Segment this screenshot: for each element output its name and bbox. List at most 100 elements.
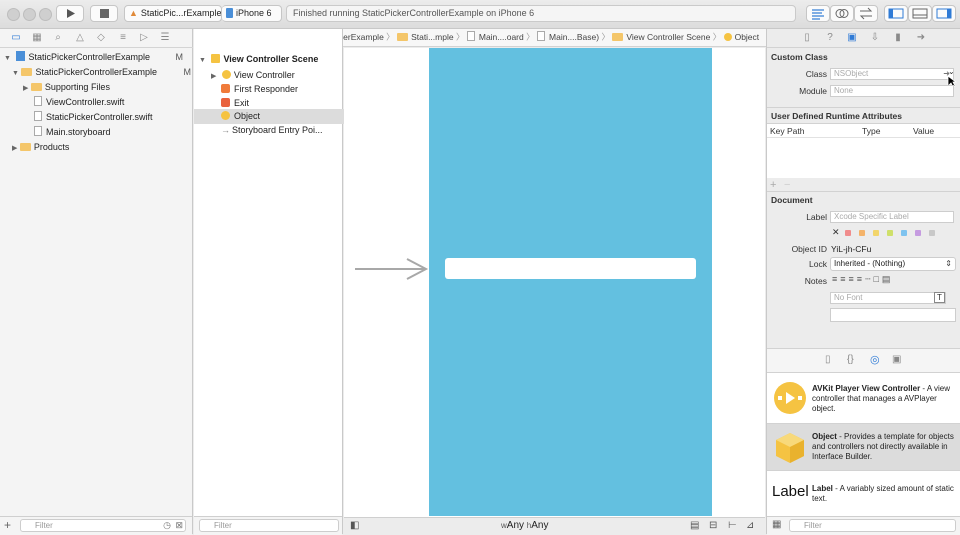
breadcrumb-scene[interactable]: View Controller Scene <box>612 32 710 42</box>
report-tab-icon[interactable]: ☰ <box>159 32 171 44</box>
exit-icon <box>221 98 230 107</box>
run-button[interactable] <box>56 5 84 22</box>
clear-color-icon[interactable]: ✕ <box>832 227 840 238</box>
breadcrumb-storyboard[interactable]: Main....oard <box>466 31 524 42</box>
identity-inspector-icon[interactable]: ▣ <box>846 32 858 44</box>
notes-text-area[interactable] <box>830 308 956 322</box>
folder-tab-icon[interactable]: ▭ <box>10 32 22 44</box>
issue-tab-icon[interactable]: △ <box>74 32 86 44</box>
breakpoint-tab-icon[interactable]: ▷ <box>138 32 150 44</box>
breadcrumb-base[interactable]: Main....Base) <box>537 31 599 42</box>
navigator-item-viewcontroller[interactable]: ViewController.swift M <box>0 95 227 110</box>
navigator-item-group[interactable]: ▼ StaticPickerControllerExample M <box>0 65 205 80</box>
project-icon <box>16 51 26 61</box>
runtime-attributes-table[interactable]: Key Path Type Value <box>767 123 960 178</box>
navigator-item-staticpicker[interactable]: StaticPickerController.swift A <box>0 110 227 125</box>
stack-icon[interactable]: ▤ <box>690 520 699 531</box>
outline-item-view-controller[interactable]: ▶ View Controller <box>194 68 359 83</box>
toggle-navigator-button[interactable] <box>884 5 908 22</box>
label-color-swatch[interactable] <box>873 230 879 236</box>
file-template-icon[interactable]: ▯ <box>825 354 831 365</box>
minimize-window-button[interactable] <box>23 8 36 21</box>
align-right-icon[interactable]: ≡ <box>849 274 857 284</box>
class-field[interactable]: NSObject ➜ <box>830 68 954 80</box>
navigator-filter-input[interactable]: Filter ◷ ⊠ <box>20 519 186 532</box>
label-color-swatch[interactable] <box>901 230 907 236</box>
disclosure-open-icon: ▼ <box>12 70 19 77</box>
label-color-swatch[interactable] <box>929 230 935 236</box>
breadcrumb-object[interactable]: Object <box>723 32 759 42</box>
column-value[interactable]: Value <box>913 126 934 136</box>
module-field[interactable]: None <box>830 85 954 97</box>
toggle-debug-button[interactable] <box>908 5 932 22</box>
outline-filter-input[interactable]: Filter <box>199 519 339 532</box>
toggle-outline-icon[interactable]: ◧ <box>350 520 359 531</box>
test-tab-icon[interactable]: ◇ <box>95 32 107 44</box>
navigator-item-project[interactable]: ▼ StaticPickerControllerExample M <box>0 50 197 65</box>
find-tab-icon[interactable]: ⌕ <box>52 32 64 44</box>
stop-button[interactable] <box>90 5 118 22</box>
grid-view-icon[interactable]: ▦ <box>772 519 781 530</box>
object-library-icon[interactable]: ◎ <box>870 353 880 366</box>
notes-font-field[interactable]: No Font <box>830 292 946 304</box>
outline-scene[interactable]: ▼ View Controller Scene <box>194 52 347 67</box>
library-filter-input[interactable]: Filter <box>789 519 956 532</box>
zoom-window-button[interactable] <box>39 8 52 21</box>
resolve-icon[interactable]: ⊿ <box>746 520 754 531</box>
view-controller-view[interactable] <box>429 48 712 516</box>
library-item-object[interactable]: Object - Provides a template for objects… <box>767 423 960 470</box>
box-icon[interactable]: □ <box>873 274 881 284</box>
align-center-icon[interactable]: ≡ <box>840 274 848 284</box>
justify-icon[interactable]: ≡ <box>857 274 865 284</box>
navigator-item-products[interactable]: ▶ Products <box>0 140 205 155</box>
outline-item-first-responder[interactable]: First Responder <box>194 82 369 97</box>
column-type[interactable]: Type <box>862 126 880 136</box>
label-color-swatch[interactable] <box>859 230 865 236</box>
navigator-item-storyboard[interactable]: Main.storyboard M <box>0 125 227 140</box>
help-inspector-icon[interactable]: ? <box>824 32 836 44</box>
recent-clock-icon[interactable]: ◷ <box>163 520 171 531</box>
list-icon[interactable]: ▤ <box>882 274 894 284</box>
table-header: Key Path Type Value <box>767 124 960 138</box>
version-editor-button[interactable] <box>854 5 878 22</box>
symbol-tab-icon[interactable]: ▦ <box>31 32 43 44</box>
label-color-swatch[interactable] <box>915 230 921 236</box>
navigator-item-supporting-files[interactable]: ▶ Supporting Files M <box>0 80 216 95</box>
device-selector[interactable]: iPhone 6 <box>222 5 282 22</box>
close-window-button[interactable] <box>7 8 20 21</box>
remove-attribute-icon[interactable]: − <box>784 179 790 191</box>
media-library-icon[interactable]: ▣ <box>892 354 901 365</box>
toggle-utilities-button[interactable] <box>932 5 956 22</box>
picker-view-placeholder[interactable] <box>445 258 696 279</box>
add-attribute-icon[interactable]: + <box>770 179 776 191</box>
size-class-control[interactable]: wAny hAny <box>501 520 548 531</box>
outline-item-object[interactable]: Object <box>194 109 369 124</box>
chevron-right-icon: 〉 <box>455 32 465 42</box>
label-color-swatch[interactable] <box>845 230 851 236</box>
library-item-avkit[interactable]: AVKit Player View Controller - A view co… <box>767 372 960 423</box>
pin-icon[interactable]: ⊢ <box>728 520 737 531</box>
scheme-selector[interactable]: ▲ StaticPic...rExample <box>124 5 222 22</box>
scm-filter-icon[interactable]: ⊠ <box>175 520 183 531</box>
attributes-inspector-icon[interactable]: ⇩ <box>869 32 881 44</box>
size-inspector-icon[interactable]: ▮ <box>892 32 904 44</box>
library-item-label[interactable]: Label Label - A variably sized amount of… <box>767 470 960 516</box>
connections-inspector-icon[interactable]: ➜ <box>915 32 927 44</box>
debug-tab-icon[interactable]: ≡ <box>117 32 129 44</box>
storyboard-file-icon <box>466 31 475 41</box>
align-icon[interactable]: ⊟ <box>709 520 717 531</box>
label-color-swatch[interactable] <box>887 230 893 236</box>
doc-label-field[interactable]: Xcode Specific Label <box>830 211 954 223</box>
breadcrumb-group[interactable]: Stati...mple <box>397 32 454 42</box>
outline-item-entry-point[interactable]: → Storyboard Entry Poi... <box>194 123 369 138</box>
file-inspector-icon[interactable]: ▯ <box>801 32 813 44</box>
assistant-editor-button[interactable] <box>830 5 854 22</box>
add-icon[interactable]: + <box>4 518 11 532</box>
folder-icon <box>397 33 409 41</box>
navigator-filter-bar: + Filter ◷ ⊠ <box>0 516 192 535</box>
column-keypath[interactable]: Key Path <box>770 126 805 136</box>
code-snippet-icon[interactable]: {} <box>847 354 854 365</box>
lock-popup[interactable]: Inherited - (Nothing) ⇕ <box>830 257 956 271</box>
font-picker-icon[interactable]: T <box>934 292 945 303</box>
standard-editor-button[interactable] <box>806 5 830 22</box>
